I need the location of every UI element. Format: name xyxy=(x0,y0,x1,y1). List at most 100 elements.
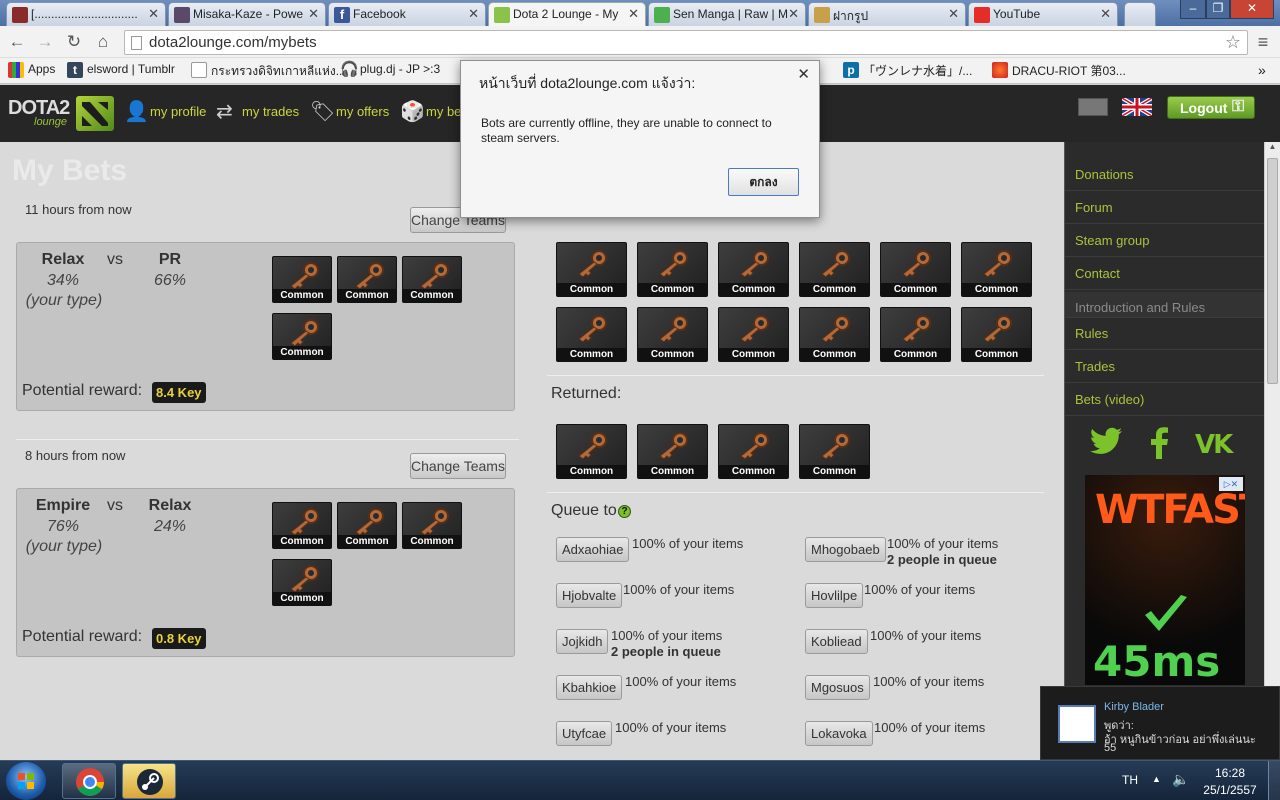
inventory-item[interactable]: Common xyxy=(637,307,708,362)
page-scrollbar[interactable]: ▲ xyxy=(1264,142,1280,760)
inventory-item[interactable]: Common xyxy=(556,307,627,362)
sidebar-item-contact[interactable]: Contact xyxy=(1065,257,1265,290)
returned-item[interactable]: Common xyxy=(637,424,708,479)
bet-item[interactable]: Common xyxy=(272,559,332,606)
window-close-icon[interactable]: ✕ xyxy=(1230,0,1274,19)
inventory-item[interactable]: Common xyxy=(880,242,951,297)
scrollbar-thumb[interactable] xyxy=(1267,158,1278,384)
nav-my-bets[interactable]: 🎲 my be xyxy=(400,101,461,123)
queue-bot-button[interactable]: Mhogobaeb xyxy=(805,537,886,562)
bookmark-item[interactable]: 🎧 plug.dj - JP >:3 xyxy=(340,62,440,78)
chrome-taskbar-button[interactable] xyxy=(62,763,116,799)
site-logo[interactable]: DOTA2 lounge xyxy=(8,97,70,128)
new-tab-button[interactable] xyxy=(1124,2,1156,26)
sidebar-item-steam-group[interactable]: Steam group xyxy=(1065,224,1265,257)
inventory-item[interactable]: Common xyxy=(718,242,789,297)
bet-item[interactable]: Common xyxy=(272,313,332,360)
clock-time[interactable]: 16:28 xyxy=(1200,766,1260,780)
sidebar-item-donations[interactable]: Donations xyxy=(1065,158,1265,191)
minimize-icon[interactable]: – xyxy=(1180,0,1206,19)
star-icon[interactable]: ☆ xyxy=(1225,32,1241,53)
steam-notification[interactable]: Kirby Blader พูดว่า: อ้า หนูกินข้าวก่อน … xyxy=(1040,686,1280,760)
close-icon[interactable]: ✕ xyxy=(148,6,159,22)
queue-bot-button[interactable]: Kbahkioe xyxy=(556,675,623,700)
close-icon[interactable]: ✕ xyxy=(788,6,799,22)
start-button[interactable] xyxy=(6,762,46,800)
advertisement[interactable]: ▷✕ WTFAST 45ms xyxy=(1085,475,1245,685)
bookmark-item[interactable]: กระทรวงดิจิทเกาหลีแห่ง... xyxy=(191,62,346,81)
uk-flag-icon[interactable] xyxy=(1120,96,1154,118)
reload-icon[interactable]: ↻ xyxy=(63,31,85,53)
queue-bot-button[interactable]: Kobliead xyxy=(805,629,868,654)
sidebar-item-rules[interactable]: Rules xyxy=(1065,317,1265,350)
inventory-item[interactable]: Common xyxy=(961,242,1032,297)
address-bar[interactable]: dota2lounge.com/mybets ☆ xyxy=(124,30,1248,55)
browser-tab[interactable]: ฝากรูป ✕ xyxy=(808,2,966,26)
close-icon[interactable]: ✕ xyxy=(628,6,639,22)
inventory-item[interactable]: Common xyxy=(799,307,870,362)
queue-bot-button[interactable]: Lokavoka xyxy=(805,721,873,746)
inventory-item[interactable]: Common xyxy=(961,307,1032,362)
close-icon[interactable]: ✕ xyxy=(797,65,810,83)
browser-tab-active[interactable]: Dota 2 Lounge - My ✕ xyxy=(488,2,646,27)
inventory-item[interactable]: Common xyxy=(718,307,789,362)
clock-date[interactable]: 25/1/2557 xyxy=(1200,783,1260,797)
sidebar-item-trades[interactable]: Trades xyxy=(1065,350,1265,383)
inventory-item[interactable]: Common xyxy=(799,242,870,297)
queue-bot-button[interactable]: Hovlilpe xyxy=(805,583,864,608)
bet-item[interactable]: Common xyxy=(402,502,462,549)
browser-tab[interactable]: Misaka-Kaze - Powe ✕ xyxy=(168,2,326,26)
bet-item[interactable]: Common xyxy=(272,256,332,303)
browser-tab[interactable]: YouTube ✕ xyxy=(968,2,1118,26)
more-bookmarks-icon[interactable]: » xyxy=(1258,62,1266,78)
queue-bot-button[interactable]: Mgosuos xyxy=(805,675,870,700)
twitter-icon[interactable] xyxy=(1089,427,1123,465)
help-icon[interactable]: ? xyxy=(618,505,631,518)
browser-tab[interactable]: f Facebook ✕ xyxy=(328,2,486,26)
show-desktop-button[interactable] xyxy=(1268,761,1280,800)
bet-item[interactable]: Common xyxy=(272,502,332,549)
returned-item[interactable]: Common xyxy=(718,424,789,479)
bookmark-item[interactable]: p 「ヴンレナ水着」/... xyxy=(843,62,972,79)
maximize-icon[interactable]: ❐ xyxy=(1206,0,1230,19)
logout-button[interactable]: Logout ⚿ xyxy=(1167,96,1255,119)
bet-item[interactable]: Common xyxy=(402,256,462,303)
close-icon[interactable]: ✕ xyxy=(948,6,959,22)
close-icon[interactable]: ✕ xyxy=(468,6,479,22)
facebook-icon[interactable] xyxy=(1149,427,1169,462)
inventory-item[interactable]: Common xyxy=(637,242,708,297)
nav-my-profile[interactable]: 👤 my profile xyxy=(124,101,206,123)
bookmark-item[interactable]: t elsword | Tumblr xyxy=(67,62,175,78)
queue-bot-button[interactable]: Hjobvalte xyxy=(556,583,623,608)
nav-my-trades[interactable]: ⇄ my trades xyxy=(216,101,299,123)
flag-icon[interactable] xyxy=(1078,98,1108,116)
bet-item[interactable]: Common xyxy=(337,256,397,303)
browser-tab[interactable]: [............................... ✕ xyxy=(6,2,166,26)
steam-taskbar-button[interactable] xyxy=(122,763,176,799)
queue-bot-button[interactable]: Adxaohiae xyxy=(556,537,630,562)
vk-icon[interactable]: VK xyxy=(1195,430,1233,460)
change-teams-button[interactable]: Change Teams xyxy=(410,453,506,479)
volume-icon[interactable]: 🔈 xyxy=(1172,771,1189,788)
queue-bot-button[interactable]: Jojkidh xyxy=(556,629,609,654)
returned-item[interactable]: Common xyxy=(556,424,627,479)
nav-my-offers[interactable]: 🏷 my offers xyxy=(310,101,389,123)
home-icon[interactable]: ⌂ xyxy=(92,31,114,53)
tray-expand-icon[interactable]: ▲ xyxy=(1152,774,1161,784)
inventory-item[interactable]: Common xyxy=(880,307,951,362)
close-icon[interactable]: ✕ xyxy=(308,6,319,22)
menu-icon[interactable]: ≡ xyxy=(1252,31,1274,53)
language-indicator[interactable]: TH xyxy=(1122,773,1138,787)
sidebar-item-forum[interactable]: Forum xyxy=(1065,191,1265,224)
inventory-item[interactable]: Common xyxy=(556,242,627,297)
bet-item[interactable]: Common xyxy=(337,502,397,549)
scroll-up-icon[interactable]: ▲ xyxy=(1267,142,1278,154)
back-icon[interactable]: ← xyxy=(6,31,28,53)
forward-icon[interactable]: → xyxy=(34,31,56,53)
queue-bot-button[interactable]: Utyfcae xyxy=(556,721,613,746)
returned-item[interactable]: Common xyxy=(799,424,870,479)
browser-tab[interactable]: Sen Manga | Raw | M ✕ xyxy=(648,2,806,26)
ok-button[interactable]: ตกลง xyxy=(728,168,799,196)
bookmark-item[interactable]: DRACU-RIOT 第03... xyxy=(992,62,1126,79)
close-icon[interactable]: ✕ xyxy=(1100,6,1111,22)
